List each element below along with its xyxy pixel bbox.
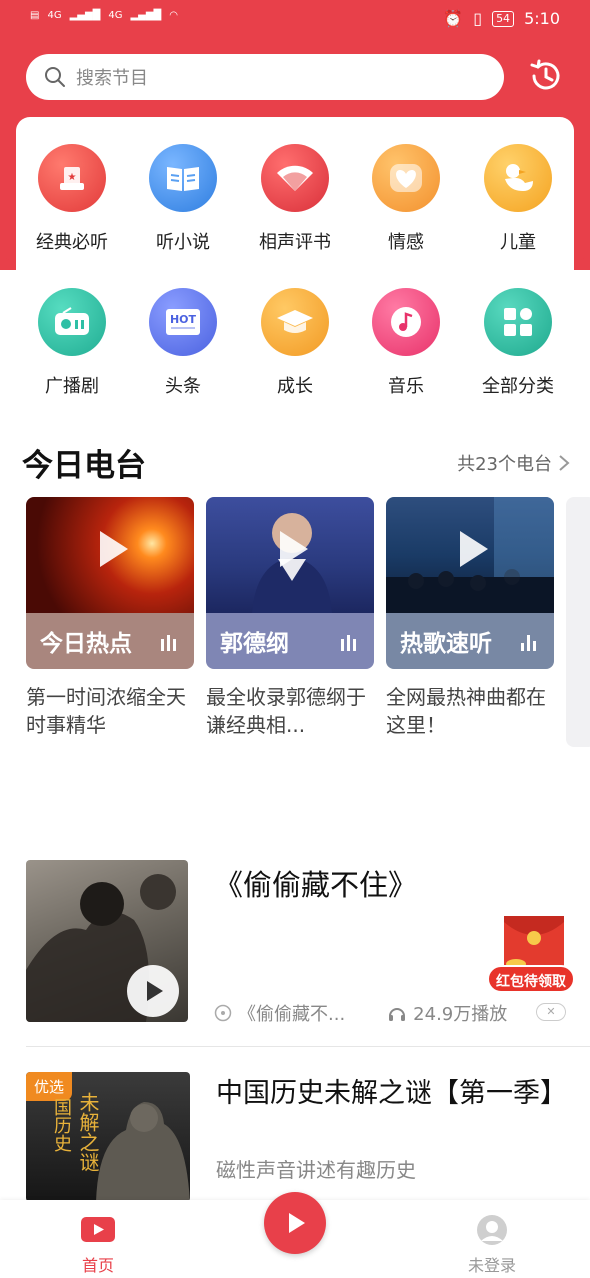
fan-icon (261, 144, 329, 212)
radio-card-hot[interactable]: 今日热点 第一时间浓缩全天时事精华 (26, 497, 194, 739)
category-music[interactable]: 音乐 (351, 288, 461, 398)
bottom-tab-bar: 首页 未登录 (0, 1192, 590, 1278)
category-all[interactable]: 全部分类 (463, 288, 573, 398)
category-headlines[interactable]: HOT 头条 (128, 288, 238, 398)
play-icon[interactable] (270, 527, 314, 571)
category-radio-drama[interactable]: 广播剧 (17, 288, 127, 398)
category-label: 情感 (388, 232, 424, 253)
category-kids[interactable]: 儿童 (463, 144, 573, 254)
player-button[interactable] (264, 1192, 326, 1254)
radio-card-guo[interactable]: 郭德纲 最全收录郭德纲于谦经典相... (206, 497, 374, 739)
category-emotion[interactable]: 情感 (351, 144, 461, 254)
network-label-1: 4G (47, 10, 62, 21)
search-icon (45, 67, 65, 87)
radio-name: 今日热点 (40, 631, 132, 657)
history-icon[interactable] (526, 56, 566, 96)
radio-card-peek[interactable] (566, 497, 590, 747)
category-label: 音乐 (388, 376, 424, 397)
category-label: 头条 (165, 376, 201, 397)
equalizer-icon (341, 635, 356, 651)
play-count: 24.9万播放 (413, 1004, 508, 1025)
recommend-item-2[interactable]: 优选 国历史 未解之谜 中国历史未解之谜【第一季】 磁性声音讲述有趣历史 (26, 1072, 590, 1202)
category-crosstalk[interactable]: 相声评书 (240, 144, 350, 254)
section-title-today-radio: 今日电台 (22, 448, 146, 484)
radio-more-link[interactable]: 共23个电台 (457, 450, 570, 476)
cover-text: 未解之谜 (76, 1092, 100, 1172)
search-placeholder: 搜索节目 (76, 68, 148, 89)
category-label: 听小说 (156, 232, 210, 253)
radio-card-songs[interactable]: 热歌速听 全网最热神曲都在这里！ (386, 497, 554, 739)
radio-name: 郭德纲 (220, 631, 289, 657)
recommend-title: 中国历史未解之谜【第一季】 (216, 1078, 567, 1109)
duck-icon (484, 144, 552, 212)
play-icon[interactable] (126, 964, 180, 1018)
album-icon (214, 1004, 232, 1022)
vibrate-icon: ▯ (473, 9, 483, 28)
status-right: ⏰ ▯ 54 5:10 (443, 9, 560, 28)
category-label: 成长 (277, 376, 313, 397)
category-label: 广播剧 (45, 376, 99, 397)
dismiss-button[interactable]: ✕ (536, 1003, 566, 1021)
tab-home[interactable]: 首页 (48, 1214, 148, 1276)
featured-tag: 优选 (26, 1072, 73, 1101)
radio-desc: 最全收录郭德纲于谦经典相... (206, 685, 366, 737)
status-left: ▤ 4G ▂▄▆█ 4G ▂▄▆█ ◠ (30, 10, 178, 21)
category-label: 相声评书 (259, 232, 331, 253)
equalizer-icon (521, 635, 536, 651)
recommend-cover (26, 860, 188, 1022)
tab-login[interactable]: 未登录 (442, 1214, 542, 1276)
play-icon[interactable] (450, 527, 494, 571)
category-novel[interactable]: 听小说 (128, 144, 238, 254)
category-growth[interactable]: 成长 (240, 288, 350, 398)
battery-indicator: 54 (492, 10, 515, 27)
alarm-icon: ⏰ (443, 9, 464, 28)
radio-desc: 第一时间浓缩全天时事精华 (26, 685, 186, 737)
chevron-right-icon (559, 455, 570, 471)
headphone-icon (389, 1008, 406, 1021)
svg-text:HOT: HOT (170, 313, 197, 326)
music-note-icon (372, 288, 440, 356)
clock: 5:10 (524, 9, 560, 28)
radio-icon (38, 288, 106, 356)
network-label-2: 4G (108, 10, 123, 21)
home-icon (81, 1217, 115, 1242)
radio-name: 热歌速听 (400, 631, 492, 657)
user-avatar-icon (477, 1215, 507, 1245)
radio-desc: 全网最热神曲都在这里！ (386, 685, 546, 737)
radio-count: 共23个电台 (457, 454, 552, 475)
search-input[interactable]: 搜索节目 (26, 54, 504, 100)
grid-icon (484, 288, 552, 356)
recommend-meta-title: 《偷偷藏不... (238, 1004, 346, 1025)
wifi-icon: ◠ (169, 10, 178, 21)
category-label: 经典必听 (36, 232, 108, 253)
heart-icon (372, 144, 440, 212)
category-label: 儿童 (500, 232, 536, 253)
cover-text: 国历史 (51, 1098, 72, 1152)
hot-news-icon: HOT (149, 288, 217, 356)
tab-label: 首页 (81, 1256, 114, 1275)
book-icon (149, 144, 217, 212)
trophy-icon: ★ (38, 144, 106, 212)
signal-icon: ▂▄▆█ (69, 10, 101, 21)
category-label: 全部分类 (482, 376, 554, 397)
category-classic[interactable]: ★ 经典必听 (17, 144, 127, 254)
recommend-subtitle: 磁性声音讲述有趣历史 (216, 1158, 416, 1182)
red-packet-label: 红包待领取 (496, 974, 566, 990)
tab-label: 未登录 (467, 1256, 516, 1275)
recommend-meta: 《偷偷藏不... 24.9万播放 (214, 1000, 564, 1026)
red-packet-widget[interactable]: 红包待领取 (484, 914, 576, 994)
svg-text:★: ★ (68, 172, 77, 183)
sim-icon: ▤ (30, 10, 40, 21)
divider (26, 1046, 590, 1047)
play-icon[interactable] (90, 527, 134, 571)
graduation-cap-icon (261, 288, 329, 356)
equalizer-icon (161, 635, 176, 651)
signal-icon-2: ▂▄▆█ (130, 10, 162, 21)
status-bar: ▤ 4G ▂▄▆█ 4G ▂▄▆█ ◠ ⏰ ▯ 54 5:10 (0, 0, 590, 42)
recommend-cover: 优选 国历史 未解之谜 (26, 1072, 190, 1202)
play-icon (289, 1213, 305, 1233)
recommend-title: 《偷偷藏不住》 (214, 868, 418, 902)
